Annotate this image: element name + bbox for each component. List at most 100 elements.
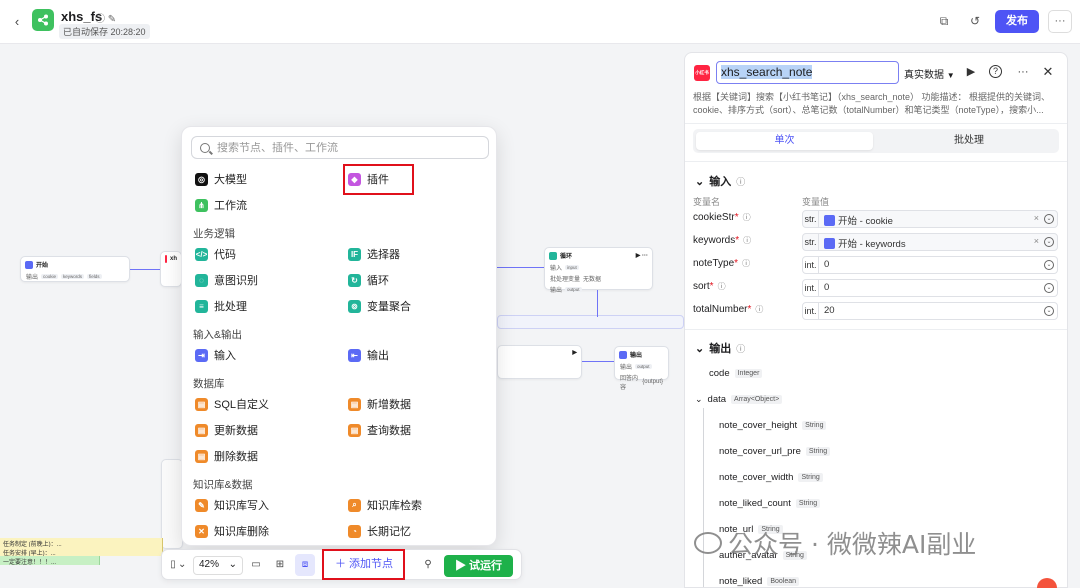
type-badge: str. bbox=[803, 234, 819, 250]
input-section-header[interactable]: ⌄ 输入 ⓘ bbox=[695, 173, 745, 189]
section-kb: 知识库&数据 bbox=[193, 479, 253, 491]
menu-item-selector[interactable]: IF 选择器 bbox=[348, 246, 400, 262]
clear-icon[interactable]: × bbox=[1034, 213, 1039, 223]
test-run-label: 试运行 bbox=[469, 560, 503, 572]
menu-item-label: 长期记忆 bbox=[367, 526, 411, 538]
clear-icon[interactable]: × bbox=[1034, 236, 1039, 246]
menu-item-loop[interactable]: ↻ 循环 bbox=[348, 272, 389, 288]
loop-inner-node[interactable]: ▶ bbox=[497, 345, 582, 379]
help-icon[interactable]: ? bbox=[989, 65, 1002, 78]
grid-layout-icon[interactable]: ⊞ bbox=[273, 558, 287, 572]
input-row-notetype: noteType* ⓘ int. 0 ⌄ bbox=[693, 256, 1059, 274]
output-node-icon bbox=[619, 350, 627, 359]
loop-body-area bbox=[497, 315, 684, 329]
menu-item-kb-search[interactable]: ⌕ 知识库检索 bbox=[348, 497, 422, 513]
start-node-title: 开始 bbox=[36, 263, 49, 269]
param-value-field[interactable]: str. 开始 - cookie × ⌄ bbox=[802, 210, 1058, 228]
menu-item-insert[interactable]: ▤ 新增数据 bbox=[348, 396, 411, 412]
sticky-note[interactable]: 一定要注意！！！... bbox=[0, 556, 100, 566]
menu-item-intent[interactable]: ◌ 意图识别 bbox=[195, 272, 258, 288]
param-value-field[interactable]: int. 0 ⌄ bbox=[802, 256, 1058, 274]
chevron-down-icon: ⌄ bbox=[695, 175, 705, 188]
selector-icon: IF bbox=[348, 247, 361, 261]
param-label: totalNumber* ⓘ bbox=[693, 304, 764, 315]
variable-select-icon[interactable]: ⌄ bbox=[1044, 237, 1054, 247]
reference-icon bbox=[824, 214, 835, 226]
menu-item-output[interactable]: ⇤ 输出 bbox=[348, 347, 389, 363]
tab-batch[interactable]: 批处理 bbox=[883, 132, 1055, 150]
output-section-header[interactable]: ⌄ 输出 ⓘ bbox=[695, 340, 745, 356]
param-value-field[interactable]: int. 20 ⌄ bbox=[802, 302, 1058, 320]
menu-item-label: 循环 bbox=[367, 275, 389, 287]
output-field-code: code Integer bbox=[709, 368, 763, 379]
zoom-select[interactable]: 42% ⌄ bbox=[193, 556, 243, 575]
plugin-node[interactable]: xh bbox=[160, 251, 182, 287]
variable-select-icon[interactable]: ⌄ bbox=[1044, 283, 1054, 293]
loop-node[interactable]: 循环 ▶ ··· 输入 input 批处理变量 无数据 输出 output bbox=[544, 247, 653, 294]
divider bbox=[685, 123, 1067, 124]
search-icon bbox=[200, 142, 210, 153]
sticky-note[interactable]: 任务制定 (前晚上)：... bbox=[0, 538, 163, 548]
highlight-box bbox=[343, 164, 414, 195]
input-row-cookiestr: cookieStr* ⓘ str. 开始 - cookie × ⌄ bbox=[693, 210, 1059, 228]
sticky-note[interactable]: 任务安排 (早上)：... bbox=[0, 547, 163, 557]
edge bbox=[497, 267, 544, 268]
node-search-box[interactable] bbox=[191, 136, 489, 159]
more-menu-button[interactable]: ··· bbox=[1048, 10, 1072, 33]
loop-icon bbox=[549, 251, 557, 260]
start-node[interactable]: 开始 输出 cookie keywords fields bbox=[20, 256, 130, 282]
menu-item-var-agg[interactable]: ⊚ 变量聚合 bbox=[348, 298, 411, 314]
intent-icon: ◌ bbox=[195, 273, 208, 287]
menu-item-llm[interactable]: ◎ 大模型 bbox=[195, 171, 247, 187]
menu-item-label: 批处理 bbox=[214, 301, 247, 313]
minimap-icon[interactable]: ⧈ bbox=[295, 554, 315, 576]
menu-item-label: SQL自定义 bbox=[214, 399, 270, 411]
node-search-input[interactable] bbox=[217, 141, 477, 154]
menu-item-workflow[interactable]: ⋔ 工作流 bbox=[195, 197, 247, 213]
publish-button[interactable]: 发布 bbox=[995, 10, 1039, 33]
param-chip: fields bbox=[87, 274, 102, 279]
menu-item-input[interactable]: ⇥ 输入 bbox=[195, 347, 236, 363]
menu-item-update[interactable]: ▤ 更新数据 bbox=[195, 422, 258, 438]
output-row-label: 输出 bbox=[620, 365, 633, 371]
more-options-icon[interactable]: ··· bbox=[1016, 65, 1030, 79]
param-value-field[interactable]: int. 0 ⌄ bbox=[802, 279, 1058, 297]
test-run-button[interactable]: ▶ 试运行 bbox=[444, 555, 513, 577]
copy-icon[interactable]: ⧉ bbox=[936, 13, 952, 29]
menu-item-batch[interactable]: ≡ 批处理 bbox=[195, 298, 247, 314]
variable-select-icon[interactable]: ⌄ bbox=[1044, 306, 1054, 316]
menu-item-delete[interactable]: ▤ 删除数据 bbox=[195, 448, 258, 464]
run-node-icon[interactable]: ▶ ··· bbox=[636, 252, 648, 259]
run-node-icon[interactable]: ▶ bbox=[572, 349, 577, 356]
close-icon[interactable]: ✕ bbox=[1041, 65, 1055, 79]
menu-item-sql[interactable]: ▤ SQL自定义 bbox=[195, 396, 269, 412]
back-button[interactable]: ‹ bbox=[8, 12, 26, 30]
run-node-icon[interactable]: ▶ bbox=[964, 65, 978, 79]
menu-item-kb-write[interactable]: ✎ 知识库写入 bbox=[195, 497, 269, 513]
menu-item-kb-delete[interactable]: ✕ 知识库删除 bbox=[195, 523, 269, 539]
loop-row-label: 输出 bbox=[550, 288, 563, 294]
menu-item-code[interactable]: </> 代码 bbox=[195, 246, 236, 262]
menu-item-label: 删除数据 bbox=[214, 451, 258, 463]
loop-row-value: 无数据 bbox=[583, 277, 602, 283]
tab-single[interactable]: 单次 bbox=[696, 132, 873, 150]
xiaohongshu-logo-icon: 小红书 bbox=[694, 65, 710, 81]
variable-select-icon[interactable]: ⌄ bbox=[1044, 260, 1054, 270]
variable-select-icon[interactable]: ⌄ bbox=[1044, 214, 1054, 224]
type-badge: str. bbox=[803, 211, 819, 227]
divider bbox=[685, 329, 1067, 330]
output-node-title: 输出 bbox=[630, 353, 643, 359]
data-mode-select[interactable]: 真实数据 ▼ bbox=[904, 66, 955, 81]
output-field-data[interactable]: ⌄ data Array<Object> bbox=[695, 394, 783, 405]
chevron-down-icon[interactable]: ⌄ bbox=[178, 558, 186, 572]
param-value-field[interactable]: str. 开始 - keywords × ⌄ bbox=[802, 233, 1058, 251]
output-node[interactable]: 输出 输出 output 回答内容 {output} bbox=[614, 346, 669, 391]
menu-item-memory[interactable]: ◔ 长期记忆 bbox=[348, 523, 411, 539]
node-name-input[interactable]: xhs_search_note bbox=[716, 61, 899, 84]
history-icon[interactable]: ↺ bbox=[967, 13, 983, 29]
debug-tool-icon[interactable]: ⚲ bbox=[421, 558, 435, 572]
menu-item-query[interactable]: ▤ 查询数据 bbox=[348, 422, 411, 438]
menu-item-label: 输入 bbox=[214, 350, 236, 362]
comment-icon[interactable]: ▭ bbox=[249, 558, 263, 572]
menu-item-label: 工作流 bbox=[214, 200, 247, 212]
